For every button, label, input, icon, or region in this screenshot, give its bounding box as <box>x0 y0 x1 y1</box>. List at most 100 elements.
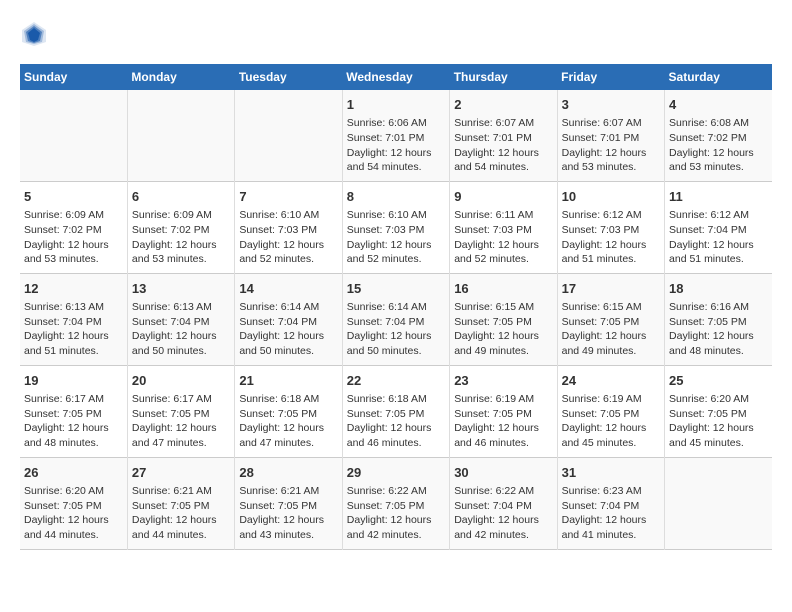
calendar-day-cell: 26Sunrise: 6:20 AM Sunset: 7:05 PM Dayli… <box>20 457 127 549</box>
day-info: Sunrise: 6:17 AM Sunset: 7:05 PM Dayligh… <box>24 392 123 451</box>
calendar-week-row: 12 Sunrise: 6:13 AM Sunset: 7:04 PM Dayli… <box>20 273 772 365</box>
day-info: Sunrise: 6:18 AM Sunset: 7:05 PM Dayligh… <box>347 392 445 451</box>
calendar-day-cell: 5Sunrise: 6:09 AM Sunset: 7:02 PM Daylig… <box>20 181 127 273</box>
day-info: Sunrise: 6:15 AM Sunset: 7:05 PM Dayligh… <box>562 300 660 359</box>
calendar-day-cell: 16 Sunrise: 6:15 AM Sunset: 7:05 PM Dayli… <box>450 273 557 365</box>
calendar-day-cell: 15 Sunrise: 6:14 AM Sunset: 7:04 PM Dayli… <box>342 273 449 365</box>
calendar-day-cell: 24 Sunrise: 6:19 AM Sunset: 7:05 PM Dayli… <box>557 365 664 457</box>
calendar-day-cell <box>127 90 234 181</box>
day-number: 3 <box>562 96 660 114</box>
calendar-day-cell: 6Sunrise: 6:09 AM Sunset: 7:02 PM Daylig… <box>127 181 234 273</box>
weekday-header-wednesday: Wednesday <box>342 64 449 90</box>
day-info: Sunrise: 6:10 AM Sunset: 7:03 PM Dayligh… <box>347 208 445 267</box>
day-info: Sunrise: 6:15 AM Sunset: 7:05 PM Dayligh… <box>454 300 552 359</box>
calendar-day-cell: 27 Sunrise: 6:21 AM Sunset: 7:05 PM Dayli… <box>127 457 234 549</box>
day-number: 9 <box>454 188 552 206</box>
day-info: Sunrise: 6:09 AM Sunset: 7:02 PM Dayligh… <box>24 208 123 267</box>
day-number: 12 <box>24 280 123 298</box>
day-info: Sunrise: 6:06 AM Sunset: 7:01 PM Dayligh… <box>347 116 445 175</box>
day-number: 24 <box>562 372 660 390</box>
day-number: 11 <box>669 188 768 206</box>
day-number: 26 <box>24 464 123 482</box>
day-number: 19 <box>24 372 123 390</box>
calendar-week-row: 5Sunrise: 6:09 AM Sunset: 7:02 PM Daylig… <box>20 181 772 273</box>
day-info: Sunrise: 6:22 AM Sunset: 7:04 PM Dayligh… <box>454 484 552 543</box>
calendar-day-cell: 11 Sunrise: 6:12 AM Sunset: 7:04 PM Dayli… <box>665 181 772 273</box>
calendar-day-cell: 22Sunrise: 6:18 AM Sunset: 7:05 PM Dayli… <box>342 365 449 457</box>
calendar-day-cell: 14Sunrise: 6:14 AM Sunset: 7:04 PM Dayli… <box>235 273 342 365</box>
day-info: Sunrise: 6:10 AM Sunset: 7:03 PM Dayligh… <box>239 208 337 267</box>
calendar-day-cell: 9Sunrise: 6:11 AM Sunset: 7:03 PM Daylig… <box>450 181 557 273</box>
calendar-day-cell: 28Sunrise: 6:21 AM Sunset: 7:05 PM Dayli… <box>235 457 342 549</box>
calendar-day-cell: 23 Sunrise: 6:19 AM Sunset: 7:05 PM Dayli… <box>450 365 557 457</box>
weekday-header-tuesday: Tuesday <box>235 64 342 90</box>
day-number: 8 <box>347 188 445 206</box>
calendar-week-row: 19 Sunrise: 6:17 AM Sunset: 7:05 PM Dayli… <box>20 365 772 457</box>
day-info: Sunrise: 6:21 AM Sunset: 7:05 PM Dayligh… <box>132 484 230 543</box>
weekday-header-friday: Friday <box>557 64 664 90</box>
calendar-day-cell: 1 Sunrise: 6:06 AM Sunset: 7:01 PM Daylig… <box>342 90 449 181</box>
day-info: Sunrise: 6:17 AM Sunset: 7:05 PM Dayligh… <box>132 392 230 451</box>
calendar-day-cell: 13Sunrise: 6:13 AM Sunset: 7:04 PM Dayli… <box>127 273 234 365</box>
day-info: Sunrise: 6:08 AM Sunset: 7:02 PM Dayligh… <box>669 116 768 175</box>
day-info: Sunrise: 6:13 AM Sunset: 7:04 PM Dayligh… <box>24 300 123 359</box>
weekday-header-sunday: Sunday <box>20 64 127 90</box>
day-number: 16 <box>454 280 552 298</box>
calendar-header: SundayMondayTuesdayWednesdayThursdayFrid… <box>20 64 772 90</box>
day-number: 1 <box>347 96 445 114</box>
day-info: Sunrise: 6:16 AM Sunset: 7:05 PM Dayligh… <box>669 300 768 359</box>
calendar-day-cell: 31 Sunrise: 6:23 AM Sunset: 7:04 PM Dayli… <box>557 457 664 549</box>
calendar-day-cell: 2 Sunrise: 6:07 AM Sunset: 7:01 PM Daylig… <box>450 90 557 181</box>
calendar-day-cell: 7Sunrise: 6:10 AM Sunset: 7:03 PM Daylig… <box>235 181 342 273</box>
day-number: 28 <box>239 464 337 482</box>
day-number: 2 <box>454 96 552 114</box>
calendar-day-cell <box>235 90 342 181</box>
day-info: Sunrise: 6:19 AM Sunset: 7:05 PM Dayligh… <box>562 392 660 451</box>
weekday-header-row: SundayMondayTuesdayWednesdayThursdayFrid… <box>20 64 772 90</box>
calendar-week-row: 26Sunrise: 6:20 AM Sunset: 7:05 PM Dayli… <box>20 457 772 549</box>
calendar-day-cell: 25 Sunrise: 6:20 AM Sunset: 7:05 PM Dayli… <box>665 365 772 457</box>
day-info: Sunrise: 6:12 AM Sunset: 7:04 PM Dayligh… <box>669 208 768 267</box>
weekday-header-thursday: Thursday <box>450 64 557 90</box>
calendar-body: 1 Sunrise: 6:06 AM Sunset: 7:01 PM Daylig… <box>20 90 772 549</box>
calendar-day-cell: 29Sunrise: 6:22 AM Sunset: 7:05 PM Dayli… <box>342 457 449 549</box>
calendar-day-cell: 30 Sunrise: 6:22 AM Sunset: 7:04 PM Dayli… <box>450 457 557 549</box>
day-number: 10 <box>562 188 660 206</box>
day-number: 21 <box>239 372 337 390</box>
day-info: Sunrise: 6:23 AM Sunset: 7:04 PM Dayligh… <box>562 484 660 543</box>
day-info: Sunrise: 6:07 AM Sunset: 7:01 PM Dayligh… <box>562 116 660 175</box>
day-info: Sunrise: 6:20 AM Sunset: 7:05 PM Dayligh… <box>669 392 768 451</box>
day-number: 18 <box>669 280 768 298</box>
day-info: Sunrise: 6:19 AM Sunset: 7:05 PM Dayligh… <box>454 392 552 451</box>
calendar-week-row: 1 Sunrise: 6:06 AM Sunset: 7:01 PM Daylig… <box>20 90 772 181</box>
day-info: Sunrise: 6:14 AM Sunset: 7:04 PM Dayligh… <box>347 300 445 359</box>
day-info: Sunrise: 6:07 AM Sunset: 7:01 PM Dayligh… <box>454 116 552 175</box>
calendar-day-cell: 18 Sunrise: 6:16 AM Sunset: 7:05 PM Dayli… <box>665 273 772 365</box>
day-info: Sunrise: 6:14 AM Sunset: 7:04 PM Dayligh… <box>239 300 337 359</box>
day-number: 4 <box>669 96 768 114</box>
calendar-day-cell: 4 Sunrise: 6:08 AM Sunset: 7:02 PM Daylig… <box>665 90 772 181</box>
calendar-day-cell: 12 Sunrise: 6:13 AM Sunset: 7:04 PM Dayli… <box>20 273 127 365</box>
calendar-day-cell: 21 Sunrise: 6:18 AM Sunset: 7:05 PM Dayli… <box>235 365 342 457</box>
calendar-day-cell: 10 Sunrise: 6:12 AM Sunset: 7:03 PM Dayli… <box>557 181 664 273</box>
day-number: 31 <box>562 464 660 482</box>
weekday-header-saturday: Saturday <box>665 64 772 90</box>
day-number: 15 <box>347 280 445 298</box>
calendar-day-cell: 17 Sunrise: 6:15 AM Sunset: 7:05 PM Dayli… <box>557 273 664 365</box>
day-number: 23 <box>454 372 552 390</box>
day-number: 30 <box>454 464 552 482</box>
day-number: 6 <box>132 188 230 206</box>
day-number: 17 <box>562 280 660 298</box>
calendar-day-cell: 8 Sunrise: 6:10 AM Sunset: 7:03 PM Daylig… <box>342 181 449 273</box>
day-info: Sunrise: 6:12 AM Sunset: 7:03 PM Dayligh… <box>562 208 660 267</box>
calendar-day-cell <box>665 457 772 549</box>
day-number: 27 <box>132 464 230 482</box>
page-header <box>20 20 772 48</box>
calendar-day-cell <box>20 90 127 181</box>
calendar-day-cell: 3 Sunrise: 6:07 AM Sunset: 7:01 PM Daylig… <box>557 90 664 181</box>
day-number: 25 <box>669 372 768 390</box>
day-number: 29 <box>347 464 445 482</box>
calendar-day-cell: 19 Sunrise: 6:17 AM Sunset: 7:05 PM Dayli… <box>20 365 127 457</box>
logo <box>20 20 52 48</box>
day-info: Sunrise: 6:18 AM Sunset: 7:05 PM Dayligh… <box>239 392 337 451</box>
